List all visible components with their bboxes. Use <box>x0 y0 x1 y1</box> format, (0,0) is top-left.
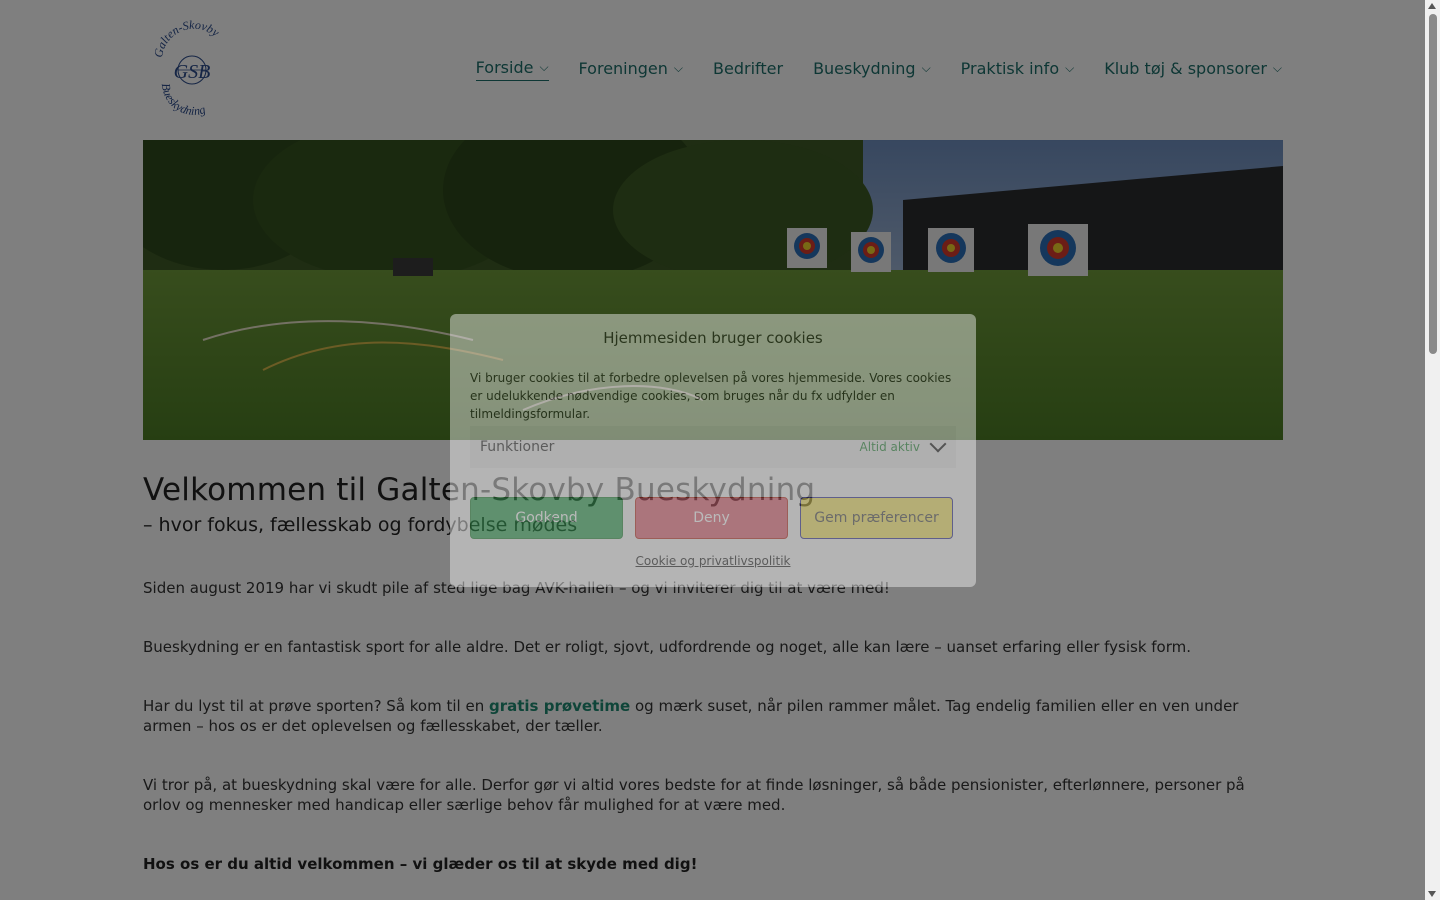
functions-label: Funktioner <box>480 439 555 455</box>
page-scrollbar[interactable] <box>1425 0 1440 900</box>
cookie-description: Vi bruger cookies til at forbedre opleve… <box>470 371 952 421</box>
cookie-functions-row[interactable]: Funktioner Altid aktiv <box>470 426 956 468</box>
scrollbar-thumb[interactable] <box>1429 14 1437 354</box>
deny-cookies-button[interactable]: Deny <box>635 497 788 539</box>
scroll-up-arrow-icon[interactable] <box>1428 3 1436 9</box>
cookie-title: Hjemmesiden bruger cookies <box>603 329 823 347</box>
accept-cookies-button[interactable]: Godkend <box>470 497 623 539</box>
chevron-down-icon[interactable] <box>929 435 947 453</box>
always-active-label: Altid aktiv <box>859 440 920 454</box>
save-preferences-button[interactable]: Gem præferencer <box>800 497 953 539</box>
cookie-consent-dialog: Hjemmesiden bruger cookies Vi bruger coo… <box>450 314 976 587</box>
cookie-policy-link[interactable]: Cookie og privatlivspolitik <box>450 554 976 568</box>
scroll-down-arrow-icon[interactable] <box>1428 891 1436 897</box>
